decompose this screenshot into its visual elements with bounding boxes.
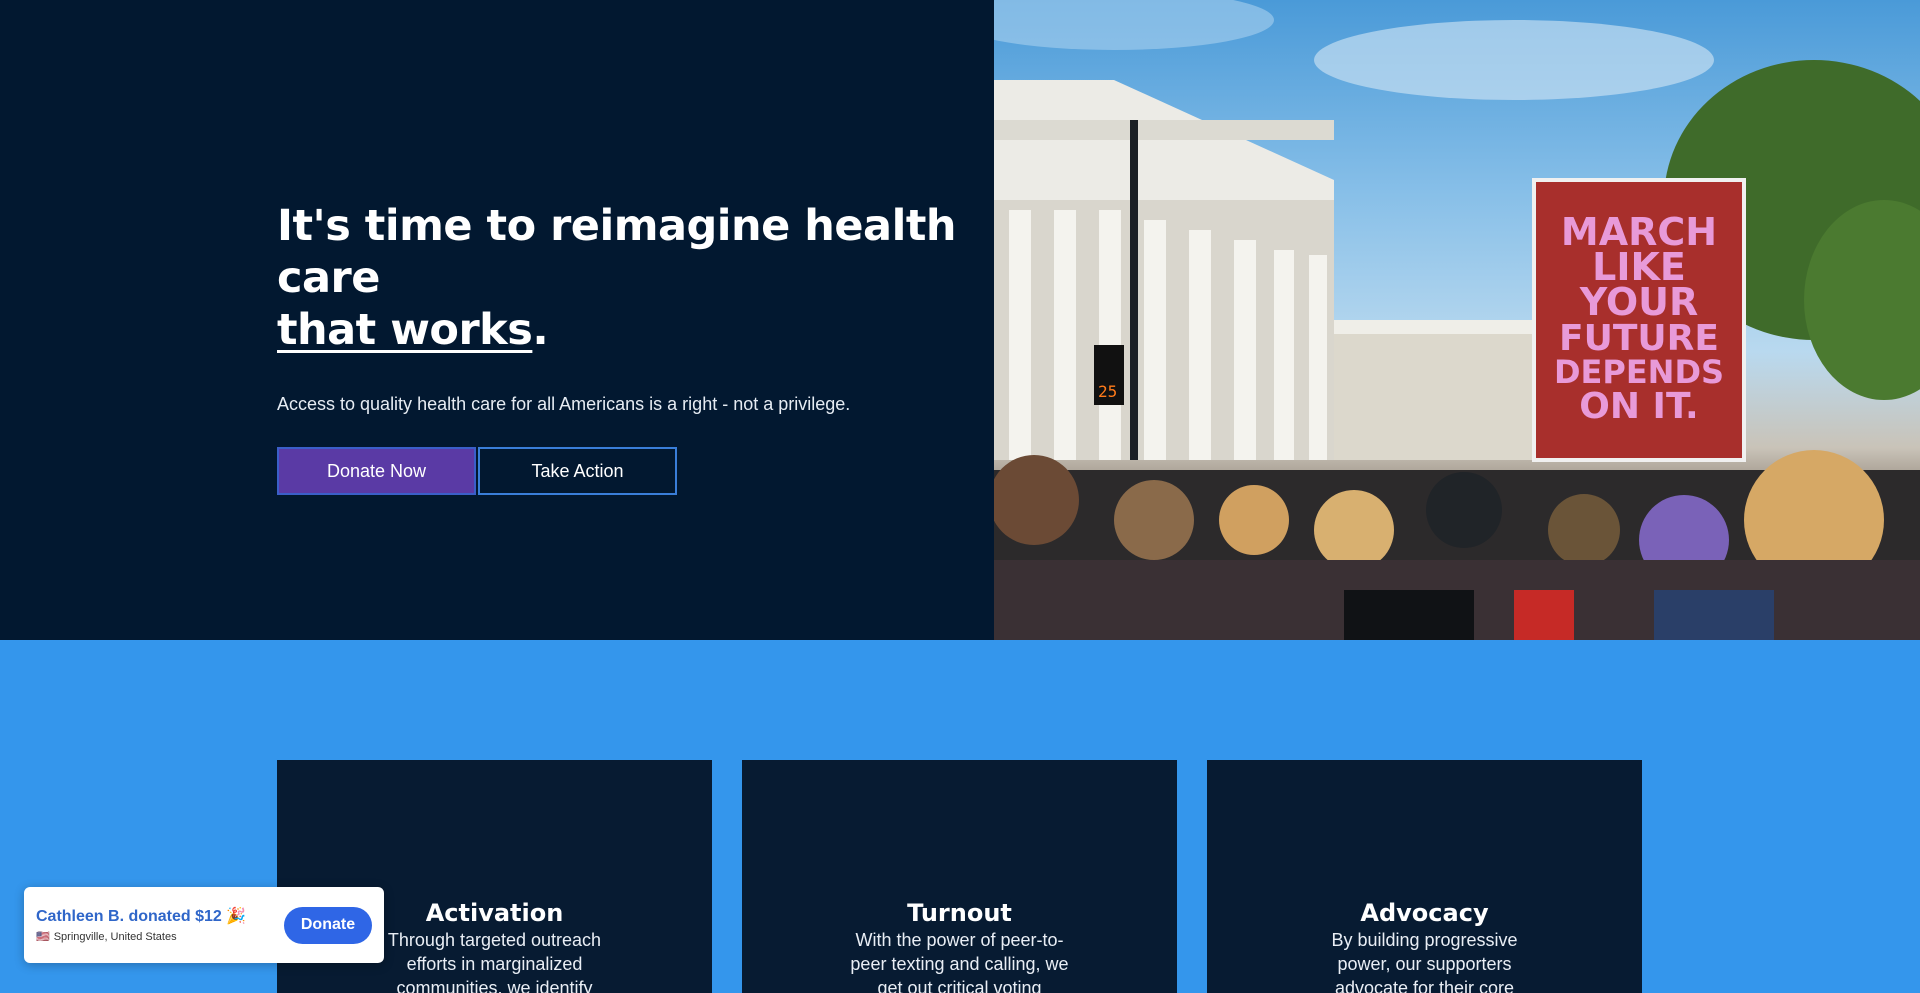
hero-title-line1: It's time to reimagine health care — [277, 201, 956, 303]
toast-donate-button[interactable]: Donate — [284, 906, 372, 944]
sign-line-6: ON IT. — [1579, 386, 1698, 427]
card-body: Through targeted outreach efforts in mar… — [387, 930, 602, 993]
hero-title-period: . — [532, 305, 549, 355]
hero-title: It's time to reimagine health care that … — [277, 200, 997, 356]
card-body: With the power of peer-to-peer texting a… — [850, 930, 1069, 993]
toast-location: 🇺🇸 Springville, United States — [36, 930, 284, 944]
toast-text: Cathleen B. donated $12 🎉 🇺🇸 Springville… — [36, 907, 284, 943]
take-action-button[interactable]: Take Action — [478, 447, 677, 495]
toast-title: Cathleen B. donated $12 🎉 — [36, 908, 247, 925]
card-title: Turnout — [907, 899, 1012, 927]
protest-photo-illustration: 25 MARCH LIKE YOUR FUTURE DEPENDS ON IT. — [994, 0, 1920, 640]
donate-now-button[interactable]: Donate Now — [277, 447, 476, 495]
hero-title-underlined: that works — [277, 305, 533, 355]
crosswalk-counter: 25 — [1098, 382, 1117, 401]
hero-buttons: Donate Now Take Action — [277, 447, 997, 495]
card-body: By building progressive power, our suppo… — [1331, 930, 1518, 993]
hero-section: It's time to reimagine health care that … — [0, 0, 1920, 640]
card-title: Advocacy — [1360, 899, 1489, 927]
us-flag-icon: 🇺🇸 — [36, 931, 50, 943]
programs-cards: Activation Through targeted outreach eff… — [277, 760, 1642, 993]
toast-location-text: Springville, United States — [53, 930, 177, 943]
card-turnout: Turnout With the power of peer-to-peer t… — [742, 760, 1177, 993]
hero-content: It's time to reimagine health care that … — [277, 200, 997, 495]
donation-toast: Cathleen B. donated $12 🎉 🇺🇸 Springville… — [24, 887, 384, 963]
hero-subtitle: Access to quality health care for all Am… — [277, 394, 851, 414]
card-advocacy: Advocacy By building progressive power, … — [1207, 760, 1642, 993]
protest-photo: 25 MARCH LIKE YOUR FUTURE DEPENDS ON IT. — [994, 0, 1920, 640]
